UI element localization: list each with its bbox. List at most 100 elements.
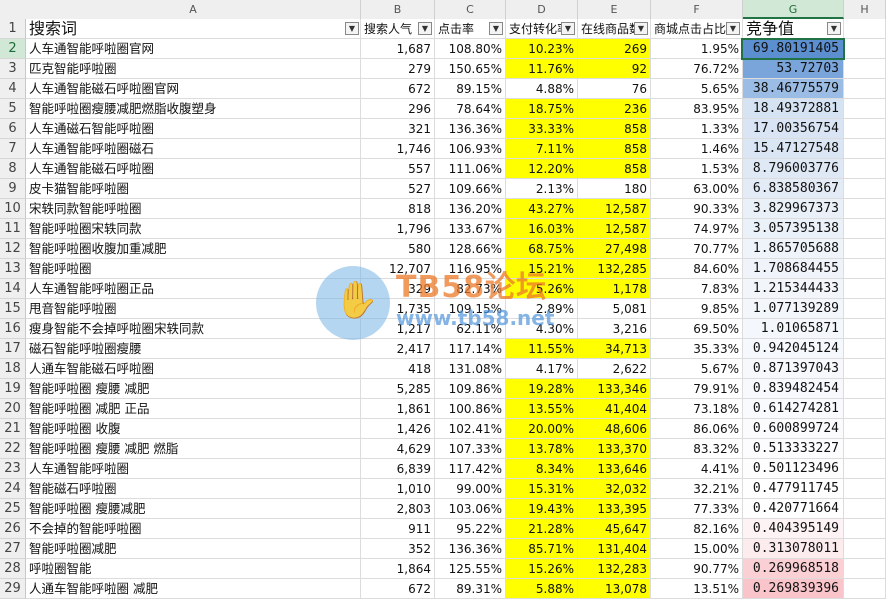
ctr-cell[interactable]: 107.33% [435,439,506,459]
empty-cell[interactable] [844,379,886,399]
ctr-cell[interactable]: 150.65% [435,59,506,79]
row-number[interactable]: 21 [0,419,26,439]
online-goods-cell[interactable]: 858 [578,119,651,139]
popularity-cell[interactable]: 527 [361,179,435,199]
mall-ctr-cell[interactable]: 1.95% [651,39,743,59]
column-header-h[interactable]: H [844,0,886,19]
keyword-cell[interactable]: 智能呼啦圈减肥 [26,539,361,559]
conversion-cell[interactable]: 7.11% [506,139,578,159]
row-number[interactable]: 16 [0,319,26,339]
empty-cell[interactable] [844,539,886,559]
keyword-cell[interactable]: 智能呼啦圈宋轶同款 [26,219,361,239]
keyword-cell[interactable]: 智能磁石呼啦圈 [26,479,361,499]
empty-cell[interactable] [844,319,886,339]
mall-ctr-cell[interactable]: 1.46% [651,139,743,159]
empty-cell[interactable] [844,579,886,599]
row-number[interactable]: 19 [0,379,26,399]
popularity-cell[interactable]: 580 [361,239,435,259]
popularity-cell[interactable]: 279 [361,59,435,79]
conversion-cell[interactable]: 5.26% [506,279,578,299]
empty-cell[interactable] [844,99,886,119]
row-number[interactable]: 17 [0,339,26,359]
popularity-cell[interactable]: 2,803 [361,499,435,519]
mall-ctr-cell[interactable]: 90.33% [651,199,743,219]
mall-ctr-cell[interactable]: 35.33% [651,339,743,359]
online-goods-cell[interactable]: 45,647 [578,519,651,539]
online-goods-cell[interactable]: 858 [578,159,651,179]
ctr-cell[interactable]: 106.93% [435,139,506,159]
online-goods-cell[interactable]: 133,346 [578,379,651,399]
empty-cell[interactable] [844,339,886,359]
ctr-cell[interactable]: 62.11% [435,319,506,339]
row-number[interactable]: 18 [0,359,26,379]
competition-cell[interactable]: 1.01065871 [743,319,844,339]
mall-ctr-cell[interactable]: 13.51% [651,579,743,599]
online-goods-cell[interactable]: 180 [578,179,651,199]
ctr-cell[interactable]: 117.42% [435,459,506,479]
header-ctr[interactable]: 点击率 ▼ [435,19,506,39]
mall-ctr-cell[interactable]: 83.32% [651,439,743,459]
row-number[interactable]: 13 [0,259,26,279]
competition-cell[interactable]: 6.838580367 [743,179,844,199]
row-number[interactable]: 5 [0,99,26,119]
keyword-cell[interactable]: 智能呼啦圈 [26,259,361,279]
conversion-cell[interactable]: 8.34% [506,459,578,479]
row-number[interactable]: 24 [0,479,26,499]
competition-cell[interactable]: 15.47127548 [743,139,844,159]
row-number[interactable]: 28 [0,559,26,579]
mall-ctr-cell[interactable]: 79.91% [651,379,743,399]
keyword-cell[interactable]: 皮卡猫智能呼啦圈 [26,179,361,199]
column-header-e[interactable]: E [578,0,651,19]
empty-cell[interactable] [844,159,886,179]
keyword-cell[interactable]: 人车通智能呼啦圈磁石 [26,139,361,159]
popularity-cell[interactable]: 2,417 [361,339,435,359]
popularity-cell[interactable]: 321 [361,119,435,139]
mall-ctr-cell[interactable]: 77.33% [651,499,743,519]
column-header-f[interactable]: F [651,0,743,19]
conversion-cell[interactable]: 43.27% [506,199,578,219]
row-number[interactable]: 22 [0,439,26,459]
conversion-cell[interactable]: 15.26% [506,559,578,579]
empty-cell[interactable] [844,19,886,39]
online-goods-cell[interactable]: 5,081 [578,299,651,319]
online-goods-cell[interactable]: 76 [578,79,651,99]
conversion-cell[interactable]: 85.71% [506,539,578,559]
row-number[interactable]: 1 [0,19,26,39]
empty-cell[interactable] [844,259,886,279]
column-header-g[interactable]: G [743,0,844,19]
empty-cell[interactable] [844,199,886,219]
popularity-cell[interactable]: 1,861 [361,399,435,419]
ctr-cell[interactable]: 100.86% [435,399,506,419]
ctr-cell[interactable]: 109.86% [435,379,506,399]
header-mall-ctr[interactable]: 商城点击占比 ▼ [651,19,743,39]
popularity-cell[interactable]: 911 [361,519,435,539]
empty-cell[interactable] [844,119,886,139]
popularity-cell[interactable]: 12,707 [361,259,435,279]
online-goods-cell[interactable]: 3,216 [578,319,651,339]
conversion-cell[interactable]: 5.88% [506,579,578,599]
conversion-cell[interactable]: 2.89% [506,299,578,319]
mall-ctr-cell[interactable]: 63.00% [651,179,743,199]
popularity-cell[interactable]: 329 [361,279,435,299]
row-number[interactable]: 7 [0,139,26,159]
competition-cell[interactable]: 0.477911745 [743,479,844,499]
mall-ctr-cell[interactable]: 83.95% [651,99,743,119]
competition-cell[interactable]: 1.077139289 [743,299,844,319]
ctr-cell[interactable]: 136.36% [435,539,506,559]
online-goods-cell[interactable]: 2,622 [578,359,651,379]
filter-dropdown-icon[interactable]: ▼ [726,22,740,35]
online-goods-cell[interactable]: 133,370 [578,439,651,459]
online-goods-cell[interactable]: 41,404 [578,399,651,419]
competition-cell[interactable]: 69.80191405 [743,39,844,59]
empty-cell[interactable] [844,279,886,299]
ctr-cell[interactable]: 116.95% [435,259,506,279]
keyword-cell[interactable]: 瘦身智能不会掉呼啦圈宋轶同款 [26,319,361,339]
keyword-cell[interactable]: 智能呼啦圈 瘦腰减肥 [26,499,361,519]
mall-ctr-cell[interactable]: 74.97% [651,219,743,239]
conversion-cell[interactable]: 18.75% [506,99,578,119]
ctr-cell[interactable]: 103.06% [435,499,506,519]
keyword-cell[interactable]: 不会掉的智能呼啦圈 [26,519,361,539]
ctr-cell[interactable]: 78.64% [435,99,506,119]
empty-cell[interactable] [844,219,886,239]
header-keyword[interactable]: 搜索词 ▼ [26,19,361,39]
